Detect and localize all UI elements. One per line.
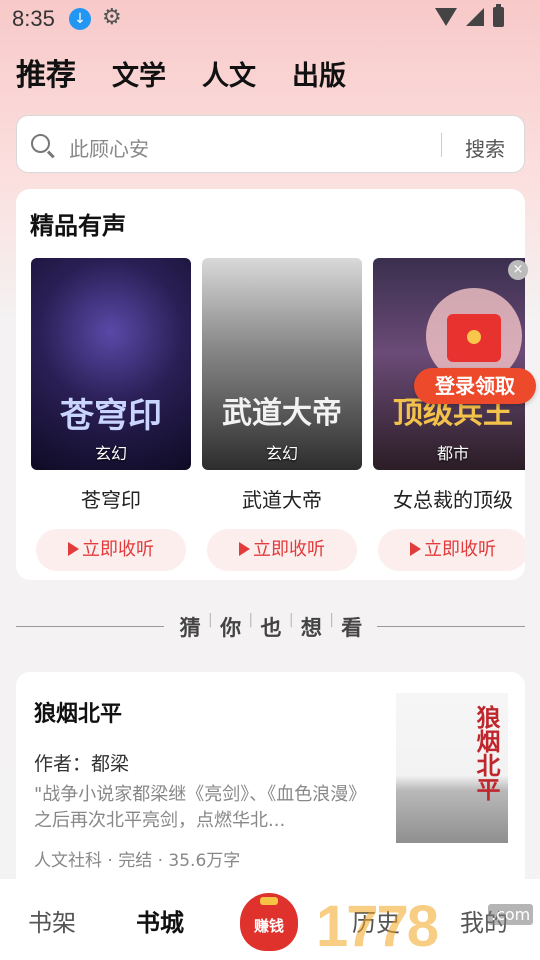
search-button[interactable]: 搜索 [465, 133, 505, 162]
audio-book-card[interactable]: 武道大帝 玄幻 武道大帝 立即收听 [202, 258, 362, 571]
genre-label: 玄幻 [94, 444, 127, 463]
book-cover[interactable]: 狼烟北平 [396, 693, 508, 843]
login-reward-float[interactable]: × 登录领取 [414, 258, 538, 408]
cover-title: 狼烟北平 [472, 705, 501, 801]
book-cover[interactable]: 苍穹印 玄幻 [31, 258, 191, 470]
genre-label: 都市 [436, 444, 469, 463]
tab-recommend[interactable]: 推荐 [16, 50, 76, 94]
search-divider [441, 133, 442, 157]
play-icon [239, 542, 250, 556]
audio-book-card[interactable]: 苍穹印 玄幻 苍穹印 立即收听 [31, 258, 191, 571]
divider-line [16, 626, 164, 627]
guess-you-like-header: 猜 | 你 | 也 | 想 | 看 [16, 612, 525, 642]
login-reward-button[interactable]: 登录领取 [414, 368, 536, 404]
tab-publishing[interactable]: 出版 [292, 54, 346, 93]
nav-bookstore[interactable]: 书城 [136, 903, 184, 938]
tab-humanities[interactable]: 人文 [202, 54, 256, 93]
listen-now-button[interactable]: 立即收听 [378, 529, 525, 571]
money-bag-icon [260, 897, 278, 905]
book-description: "战争小说家都梁继《亮剑》、《血色浪漫》之后再次北平亮剑，点燃华北... [34, 784, 367, 831]
book-title[interactable]: 女总裁的顶级 [373, 484, 525, 513]
cover-art-text: 苍穹印 [60, 396, 162, 436]
battery-icon [493, 4, 504, 27]
close-icon[interactable]: × [508, 260, 528, 280]
nav-bookshelf[interactable]: 书架 [28, 903, 76, 938]
book-title[interactable]: 武道大帝 [202, 484, 362, 513]
gear-icon: ⚙ [102, 5, 122, 30]
wifi-icon [435, 8, 457, 26]
status-icons [435, 4, 504, 27]
tab-literature[interactable]: 文学 [112, 54, 166, 93]
guess-title: 猜 | 你 | 也 | 想 | 看 [179, 612, 363, 640]
search-icon [31, 134, 50, 153]
cover-art-text: 武道大帝 [222, 396, 342, 431]
recommended-book-card[interactable]: 狼烟北平 作者：都梁 "战争小说家都梁继《亮剑》、《血色浪漫》之后再次北平亮剑，… [16, 672, 525, 892]
download-badge-icon: ↓ [69, 8, 91, 30]
listen-now-button[interactable]: 立即收听 [207, 529, 357, 571]
genre-label: 玄幻 [265, 444, 298, 463]
listen-now-button[interactable]: 立即收听 [36, 529, 186, 571]
bottom-nav: 书架 书城 赚钱 历史 我的 [0, 879, 540, 960]
watermark-logo: 1778 [316, 894, 439, 959]
earn-label: 赚钱 [253, 917, 284, 935]
divider-line [377, 626, 525, 627]
status-bar: 8:35 ↓ ⚙ [0, 0, 540, 38]
book-cover[interactable]: 武道大帝 玄幻 [202, 258, 362, 470]
status-time: 8:35 [12, 6, 55, 31]
red-envelope-icon[interactable] [447, 314, 501, 362]
signal-icon [466, 8, 484, 26]
book-meta: 人文社科 · 完结 · 35.6万字 [34, 851, 241, 871]
section-title: 精品有声 [30, 212, 126, 240]
watermark-site: .com [488, 904, 534, 925]
book-author: 作者：都梁 [34, 753, 130, 775]
play-icon [68, 542, 79, 556]
book-title[interactable]: 苍穹印 [31, 484, 191, 513]
earn-money-button[interactable]: 赚钱 [240, 893, 298, 951]
search-input[interactable]: 此顾心安 [69, 133, 149, 162]
category-tabs: 推荐 文学 人文 出版 [16, 50, 382, 94]
search-bar[interactable]: 此顾心安 搜索 [16, 115, 525, 173]
play-icon [410, 542, 421, 556]
book-title[interactable]: 狼烟北平 [34, 696, 122, 728]
